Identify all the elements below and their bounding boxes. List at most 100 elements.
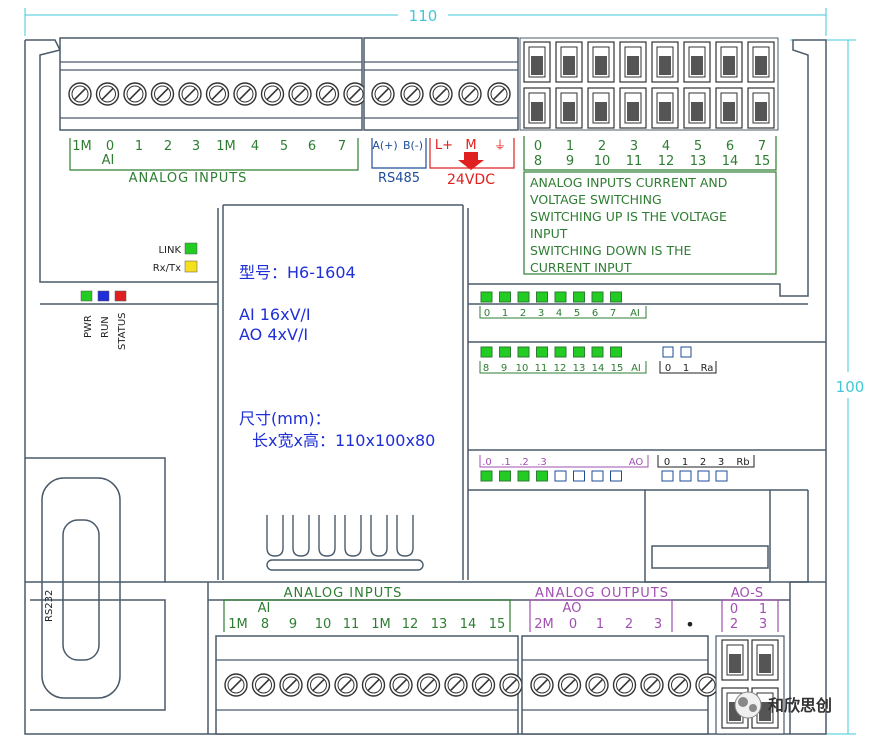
terminal-screw[interactable] [612,673,637,697]
terminal-screw[interactable] [315,82,340,106]
dip-switch[interactable] [651,87,679,129]
dip-number-bottom: 12 [658,154,675,169]
ao-terminal-label: 1 [596,617,604,632]
indicator-led [554,291,567,303]
terminal-screw[interactable] [400,82,424,106]
vent-fins [266,515,424,571]
terminal-screw[interactable] [251,673,276,697]
dip-switch[interactable] [619,87,647,129]
run-led [97,290,110,302]
dip-switch[interactable] [587,41,615,83]
dip-number-bottom: 11 [626,154,643,169]
dip-switch[interactable] [587,87,615,129]
terminal-screw[interactable] [530,673,554,697]
terminal-screw[interactable] [288,82,312,106]
bottom-terminal-label: 1M [371,617,391,632]
dip-switch[interactable] [651,41,679,83]
switch-note-line-2: VOLTAGE SWITCHING [530,192,662,207]
terminal-screw[interactable] [585,673,609,697]
ao-spec-text: AO 4xV/I [239,325,308,344]
terminal-screw[interactable] [667,673,692,697]
ao-s-switch[interactable] [751,639,779,681]
indicator-led [517,346,530,358]
dip-switch[interactable] [747,87,775,129]
ai-row1-label: 7 [610,308,616,319]
terminal-screw[interactable] [371,82,395,106]
ai-row2-label: 9 [501,363,507,374]
terminal-screw[interactable] [224,673,248,697]
terminal-screw[interactable] [334,673,358,697]
ai-indicator-row-2: 8 9 10 11 12 13 14 15 AI [479,346,647,374]
dip-switch[interactable] [715,41,743,83]
top-terminal-label: 1M [216,139,236,154]
dip-switch[interactable] [747,41,775,83]
indicator-led [573,291,585,303]
terminal-screw[interactable] [557,673,582,697]
terminal-screw[interactable] [695,673,719,697]
ai-row2-label: 10 [516,363,529,374]
terminal-screw[interactable] [306,673,331,697]
terminal-screw[interactable] [389,673,413,697]
terminal-screw[interactable] [233,82,257,106]
terminal-screw[interactable] [178,82,202,106]
switch-note-line-4: INPUT [530,226,568,241]
dip-switch-bank[interactable] [519,37,779,131]
rs485-b-label: B(-) [403,139,423,152]
terminal-screw[interactable] [95,82,120,106]
top-terminal-label: 1 [135,139,143,154]
dip-switch[interactable] [555,41,583,83]
rs485-labels: A(+) B(-) RS485 [371,138,427,186]
terminal-screw[interactable] [429,82,453,106]
terminal-screw[interactable] [444,673,468,697]
terminal-screw[interactable] [68,82,92,106]
dip-switch-numbers: 0 1 2 3 4 5 6 78 9 10 11 12 13 14 15 [523,136,777,171]
dip-switch[interactable] [683,41,711,83]
ai-row1-label: 4 [556,308,562,319]
ao-s-switch[interactable] [721,639,749,681]
dip-number-bottom: 14 [722,154,739,169]
ai-row2-label: 8 [483,363,489,374]
dip-switch[interactable] [715,87,743,129]
top-terminal-label: 4 [251,139,259,154]
terminal-screw[interactable] [150,82,175,106]
indicator-led [610,291,622,303]
top-analog-labels: 1M 0 1 2 3 1M 4 5 6 7 AI ANALOG INPUTS [69,138,359,186]
terminal-screw[interactable] [260,82,285,106]
terminal-screw[interactable] [471,673,496,697]
ai-row2-label: 14 [592,363,605,374]
indicator-led [517,470,530,482]
terminal-screw[interactable] [499,673,523,697]
dip-number-top: 2 [598,139,606,154]
terminal-screw[interactable] [487,82,511,106]
switch-note: ANALOG INPUTS CURRENT AND VOLTAGE SWITCH… [523,171,777,275]
dip-number-top: 5 [694,139,702,154]
terminal-screw[interactable] [361,673,386,697]
terminal-screw[interactable] [343,82,367,106]
dip-switch[interactable] [523,87,551,129]
link-indicator: LINK Rx/Tx [153,242,198,274]
ao-s-switch-bank[interactable] [715,635,785,735]
ground-icon: ⏚ [494,138,506,152]
dip-switch[interactable] [555,87,583,129]
top-terminal-label: 7 [338,139,346,154]
ao-row-label: .0 [482,457,492,468]
indicator-led [480,470,493,482]
dip-switch[interactable] [683,87,711,129]
run-label: RUN [100,316,111,338]
bottom-terminal-label: 11 [343,617,360,632]
terminal-screw[interactable] [279,673,303,697]
ao-terminal-label: 3 [654,617,662,632]
dimension-height: 100 [790,39,864,735]
terminal-screw[interactable] [416,673,441,697]
pwr-led [80,290,93,302]
watermark: 和欣思创 [734,691,832,719]
terminal-screw[interactable] [458,82,482,106]
ai-row1-label: 2 [520,308,526,319]
terminal-screw[interactable] [205,82,230,106]
dip-switch[interactable] [619,41,647,83]
terminal-screw[interactable] [640,673,664,697]
terminal-screw[interactable] [123,82,147,106]
dip-number-top: 3 [630,139,638,154]
indicator-led [610,346,622,358]
dip-switch[interactable] [523,41,551,83]
